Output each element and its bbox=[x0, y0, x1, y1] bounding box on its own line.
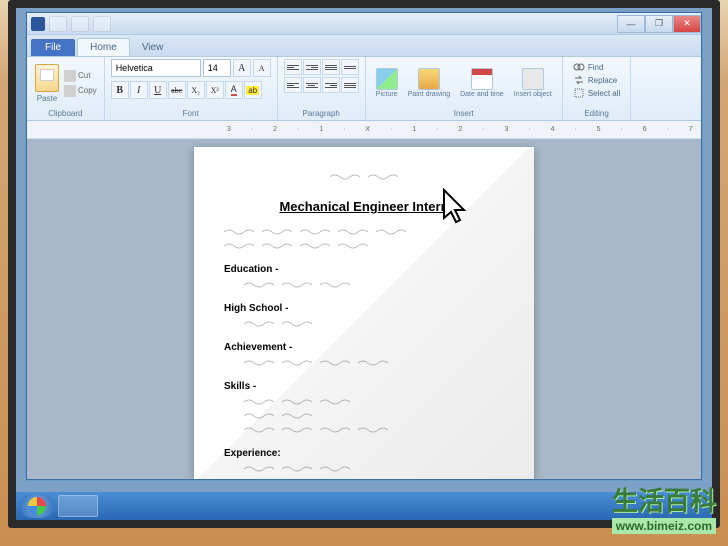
select-all-icon bbox=[573, 87, 585, 99]
app-icon bbox=[31, 17, 45, 31]
ribbon: Paste Cut Copy Clipboard Helvetica 14 A … bbox=[27, 57, 701, 121]
ribbon-tabs: File Home View bbox=[27, 35, 701, 57]
pencil-icon: A bbox=[231, 84, 237, 96]
picture-icon bbox=[376, 68, 398, 90]
section-heading: Skills - bbox=[224, 381, 504, 392]
home-tab[interactable]: Home bbox=[77, 38, 130, 56]
editing-group: Find Replace Select all Editing bbox=[563, 57, 631, 120]
subscript-button[interactable]: X₂ bbox=[187, 81, 205, 99]
cut-button[interactable]: Cut bbox=[63, 69, 98, 83]
minimize-button[interactable]: — bbox=[617, 15, 645, 33]
document-title: Mechanical Engineer Intern bbox=[224, 199, 504, 214]
start-button[interactable] bbox=[20, 494, 54, 518]
insert-object-button[interactable]: Insert object bbox=[510, 67, 556, 99]
scissors-icon bbox=[64, 70, 76, 82]
italic-button[interactable]: I bbox=[130, 81, 148, 99]
paste-button[interactable]: Paste bbox=[33, 62, 61, 105]
view-tab[interactable]: View bbox=[130, 39, 176, 56]
qat-redo-icon[interactable] bbox=[93, 16, 111, 32]
copy-button[interactable]: Copy bbox=[63, 84, 98, 98]
font-color-button[interactable]: A bbox=[225, 81, 243, 99]
bold-button[interactable]: B bbox=[111, 81, 129, 99]
watermark: 生活百科 www.bimeiz.com bbox=[612, 481, 716, 534]
align-left-button[interactable] bbox=[284, 77, 302, 93]
section-heading: Achievement - bbox=[224, 342, 504, 353]
shrink-font-button[interactable]: A bbox=[253, 59, 271, 77]
replace-icon bbox=[573, 74, 585, 86]
superscript-button[interactable]: X² bbox=[206, 81, 224, 99]
windows-icon bbox=[28, 497, 46, 515]
increase-indent-button[interactable] bbox=[303, 59, 321, 75]
section-heading: Education - bbox=[224, 264, 504, 275]
copy-icon bbox=[64, 85, 76, 97]
paste-icon bbox=[35, 64, 59, 92]
font-name-select[interactable]: Helvetica bbox=[111, 59, 201, 77]
titlebar: — ❐ ✕ bbox=[27, 13, 701, 35]
document-page[interactable]: Mechanical Engineer Intern Education - H… bbox=[194, 147, 534, 479]
object-icon bbox=[522, 68, 544, 90]
close-button[interactable]: ✕ bbox=[673, 15, 701, 33]
maximize-button[interactable]: ❐ bbox=[645, 15, 673, 33]
align-right-button[interactable] bbox=[322, 77, 340, 93]
section-heading: Experience: bbox=[224, 448, 504, 459]
ruler[interactable]: 3 · 2 · 1 · X · 1 · 2 · 3 · 4 · 5 · 6 · … bbox=[27, 121, 701, 139]
section-heading: High School - bbox=[224, 303, 504, 314]
paint-icon bbox=[418, 68, 440, 90]
underline-button[interactable]: U bbox=[149, 81, 167, 99]
grow-font-button[interactable]: A bbox=[233, 59, 251, 77]
wordpad-window: — ❐ ✕ File Home View Paste Cut Copy Clip… bbox=[26, 12, 702, 480]
highlight-button[interactable]: ab bbox=[244, 81, 262, 99]
line-spacing-button[interactable] bbox=[341, 59, 359, 75]
qat-save-icon[interactable] bbox=[49, 16, 67, 32]
calendar-icon bbox=[471, 68, 493, 90]
taskbar-wordpad-button[interactable] bbox=[58, 495, 98, 517]
align-center-button[interactable] bbox=[303, 77, 321, 93]
select-all-button[interactable]: Select all bbox=[573, 87, 620, 99]
bullets-button[interactable] bbox=[322, 59, 340, 75]
font-group: Helvetica 14 A A B I U abc X₂ X² A ab Fo… bbox=[105, 57, 278, 120]
document-area[interactable]: Mechanical Engineer Intern Education - H… bbox=[27, 139, 701, 479]
insert-paint-button[interactable]: Paint drawing bbox=[404, 67, 454, 99]
font-size-select[interactable]: 14 bbox=[203, 59, 231, 77]
clipboard-group: Paste Cut Copy Clipboard bbox=[27, 57, 105, 120]
paragraph-group: Paragraph bbox=[278, 57, 366, 120]
decrease-indent-button[interactable] bbox=[284, 59, 302, 75]
strike-button[interactable]: abc bbox=[168, 81, 186, 99]
file-tab[interactable]: File bbox=[31, 39, 75, 56]
qat-undo-icon[interactable] bbox=[71, 16, 89, 32]
replace-button[interactable]: Replace bbox=[573, 74, 620, 86]
insert-datetime-button[interactable]: Date and time bbox=[456, 67, 508, 99]
binoculars-icon bbox=[573, 61, 585, 73]
taskbar[interactable] bbox=[16, 492, 712, 520]
insert-group: Picture Paint drawing Date and time Inse… bbox=[366, 57, 563, 120]
insert-picture-button[interactable]: Picture bbox=[372, 67, 402, 99]
find-button[interactable]: Find bbox=[573, 61, 620, 73]
highlighter-icon: ab bbox=[246, 86, 259, 95]
justify-button[interactable] bbox=[341, 77, 359, 93]
